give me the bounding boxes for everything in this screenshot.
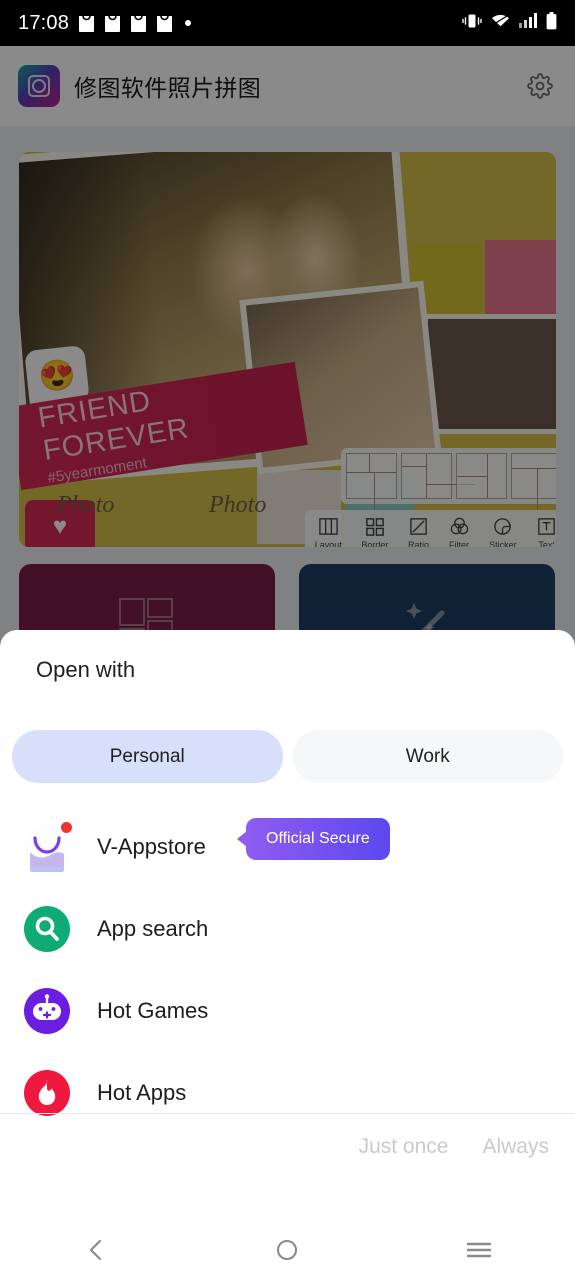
list-item-label: V-Appstore bbox=[97, 834, 206, 859]
always-button[interactable]: Always bbox=[482, 1135, 549, 1159]
shopping-bag-icon bbox=[78, 14, 95, 32]
sheet-title: Open with bbox=[36, 657, 136, 682]
status-clock: 17:08 bbox=[18, 11, 70, 34]
status-bar-left: 17:08 bbox=[18, 11, 192, 35]
dot-icon bbox=[185, 20, 192, 26]
shopping-bag-icon bbox=[156, 14, 173, 32]
sheet-divider bbox=[0, 1113, 575, 1114]
wifi-icon bbox=[491, 13, 510, 33]
vibrate-icon bbox=[462, 13, 482, 34]
list-item[interactable]: Hot Apps bbox=[0, 1052, 575, 1134]
tab-personal-label: Personal bbox=[109, 745, 185, 767]
list-item[interactable]: App search bbox=[0, 888, 575, 970]
back-button[interactable] bbox=[60, 1226, 132, 1274]
v-appstore-icon bbox=[22, 820, 74, 872]
just-once-button[interactable]: Just once bbox=[359, 1135, 449, 1159]
list-item[interactable]: V-Appstore Official Secure bbox=[0, 806, 575, 888]
search-circle-icon bbox=[22, 904, 72, 954]
shopping-bag-icon bbox=[130, 14, 147, 32]
home-button[interactable] bbox=[251, 1226, 323, 1274]
tab-work[interactable]: Work bbox=[292, 730, 563, 783]
open-with-sheet: Open with Personal Work V-Appstore Offic… bbox=[0, 630, 575, 1280]
battery-icon bbox=[546, 11, 557, 35]
app-chooser-list: V-Appstore Official Secure App search Ho… bbox=[0, 806, 575, 1134]
list-item-label: Hot Apps bbox=[97, 1080, 187, 1105]
tab-work-label: Work bbox=[405, 745, 450, 767]
system-navigation-bar bbox=[0, 1220, 575, 1280]
flame-circle-icon bbox=[22, 1068, 72, 1118]
shopping-bag-icon bbox=[104, 14, 121, 32]
status-bar: 17:08 bbox=[0, 0, 575, 46]
status-bar-right bbox=[462, 11, 557, 35]
signal-icon bbox=[519, 13, 537, 33]
phone-screen: 17:08 修图软件照片拼图 😍 FRIEND FOREVER #5yearmo… bbox=[0, 0, 575, 1280]
tab-personal[interactable]: Personal bbox=[12, 730, 283, 783]
game-controller-circle-icon bbox=[22, 986, 72, 1036]
recents-button[interactable] bbox=[443, 1226, 515, 1274]
list-item-label: App search bbox=[97, 916, 209, 941]
list-item-label: Hot Games bbox=[97, 998, 209, 1023]
list-item[interactable]: Hot Games bbox=[0, 970, 575, 1052]
sheet-actions: Just once Always bbox=[359, 1135, 549, 1159]
notification-badge bbox=[59, 820, 74, 835]
official-secure-tooltip: Official Secure bbox=[237, 818, 390, 860]
profile-tabs: Personal Work bbox=[12, 730, 563, 783]
